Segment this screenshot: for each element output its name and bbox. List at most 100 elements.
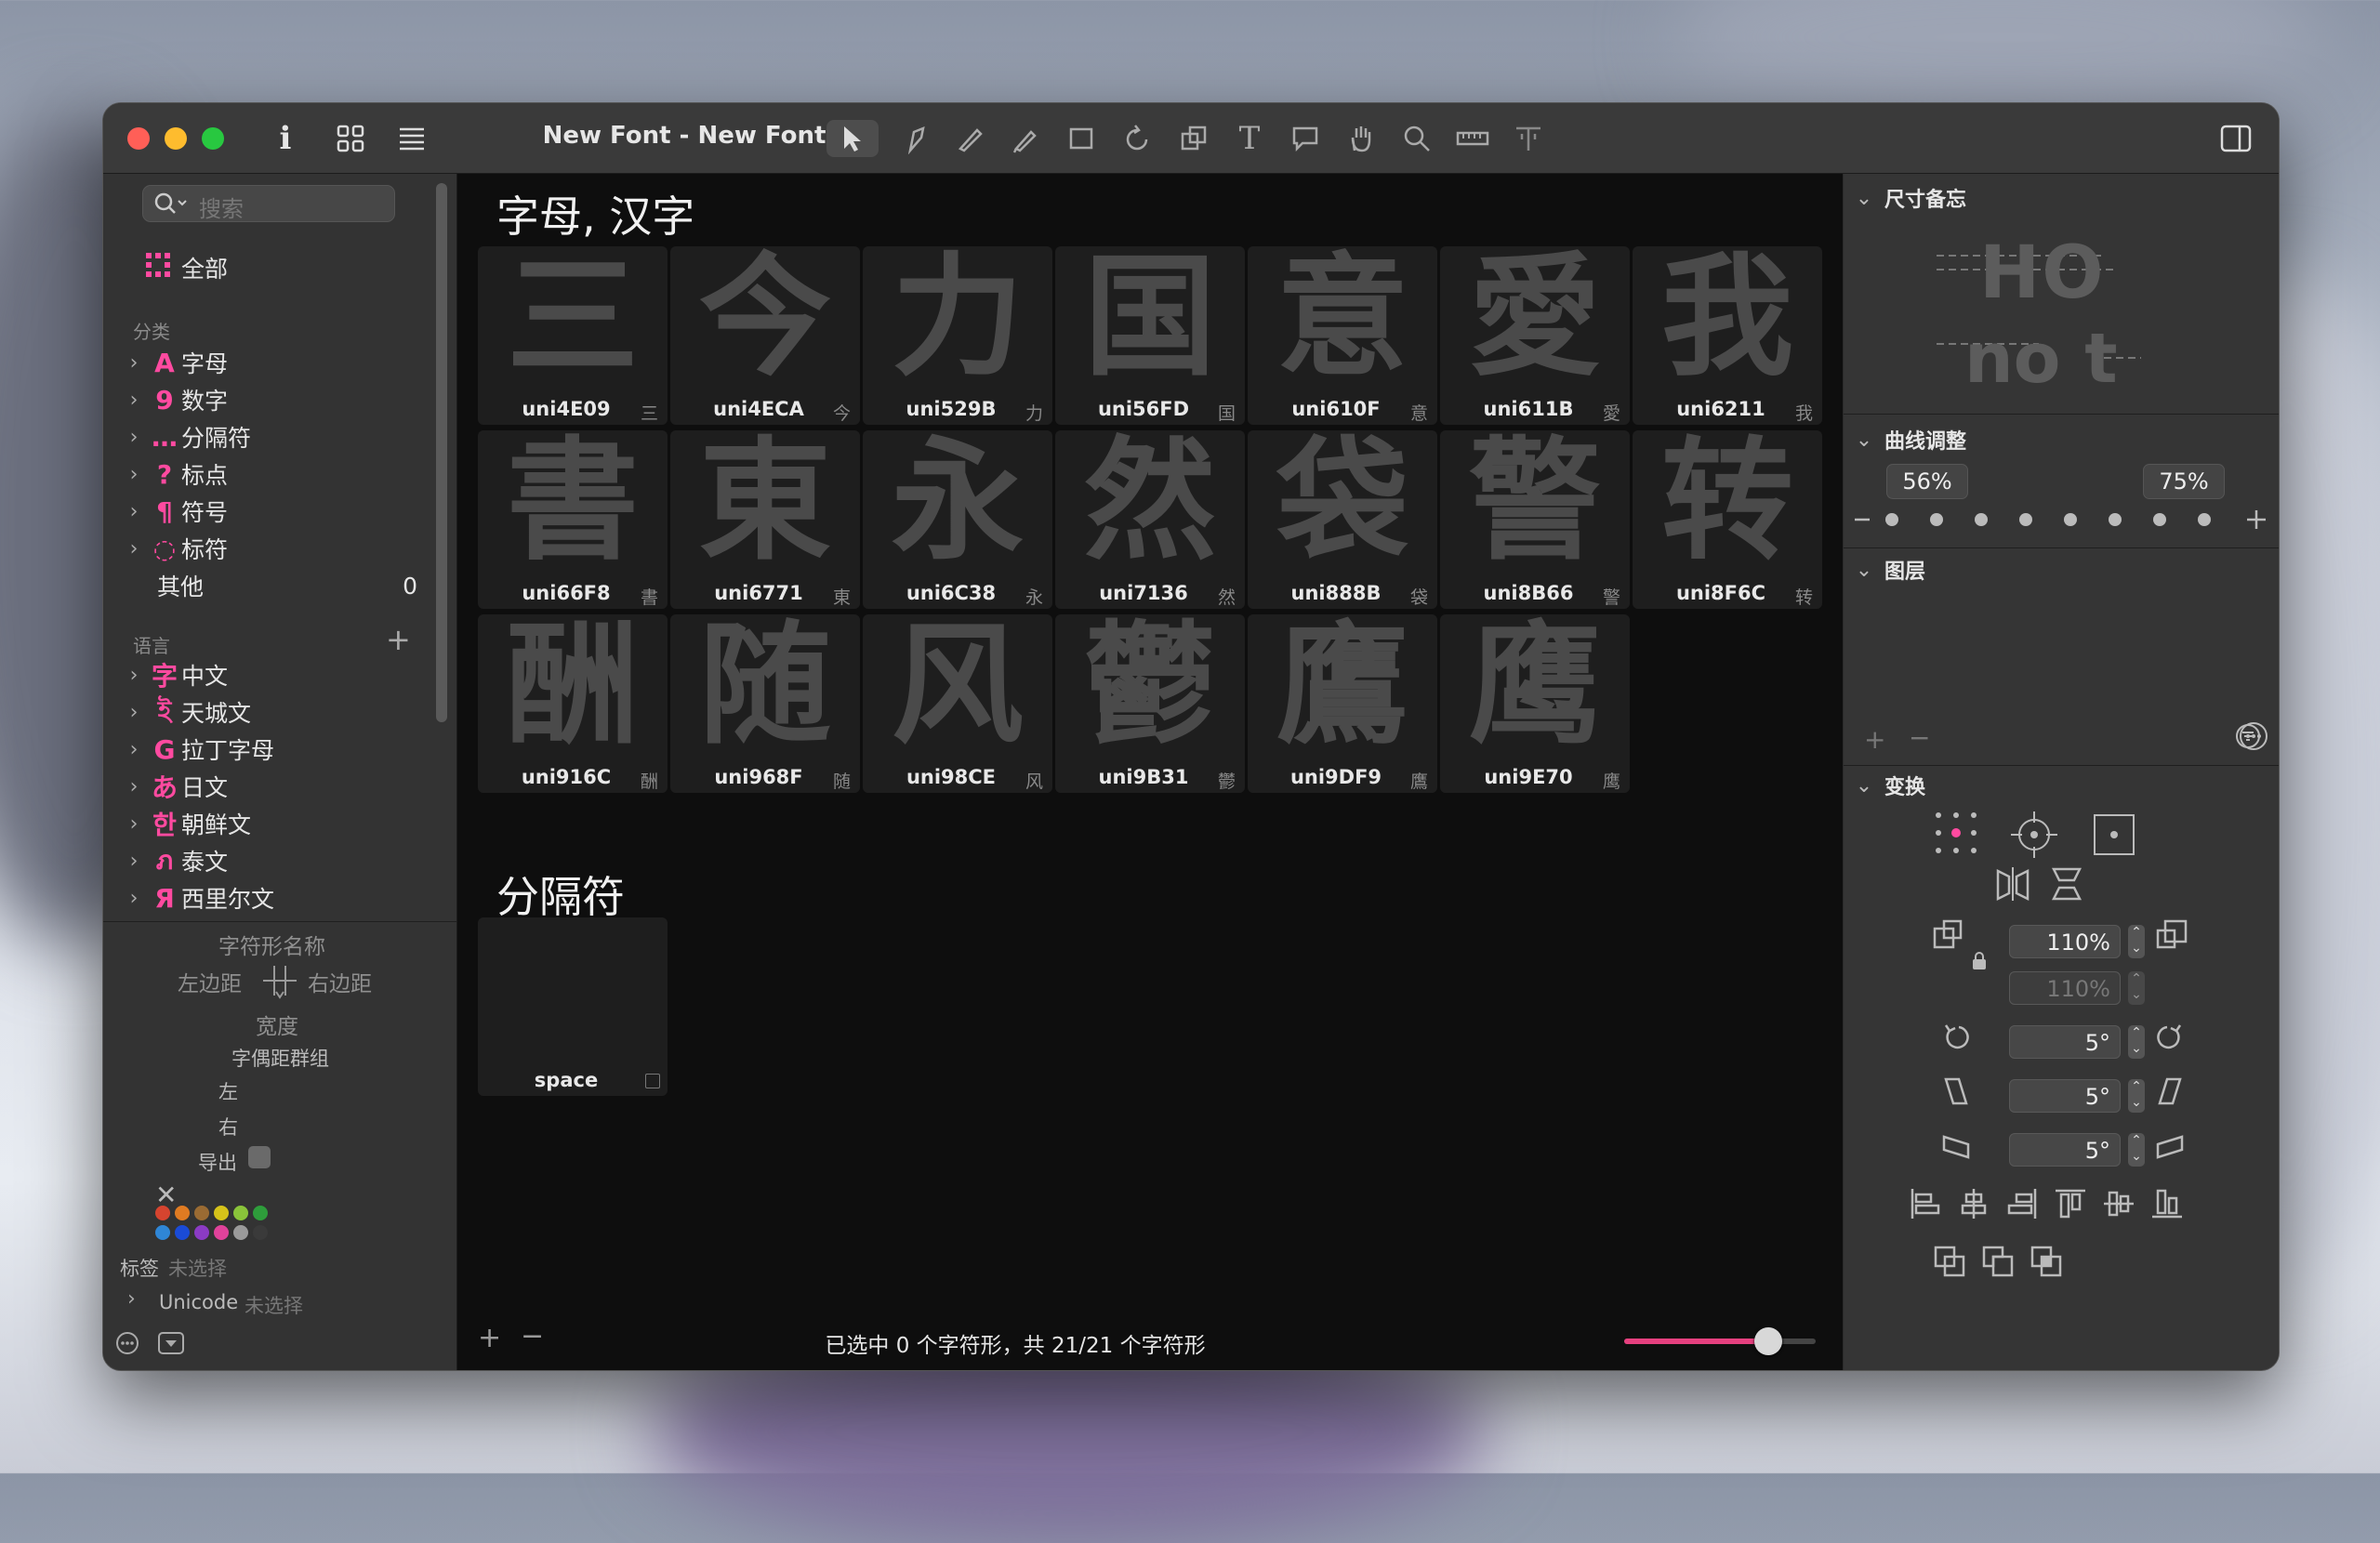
sidebar-item-separators[interactable]: ›… 分隔符 — [120, 419, 251, 455]
metrics-tool-icon[interactable] — [1505, 120, 1552, 157]
glyph-cell[interactable]: 永 uni6C38 永 — [863, 430, 1052, 609]
chevron-down-icon[interactable]: ⌄ — [1844, 187, 1884, 210]
chevron-right-icon[interactable]: › — [120, 701, 148, 724]
curve-slider[interactable] — [1853, 503, 2269, 536]
export-checkbox[interactable] — [248, 1146, 271, 1168]
color-label-swatch[interactable] — [214, 1206, 229, 1220]
scale-y-stepper[interactable]: ⌃ ⌄ — [2128, 971, 2145, 1005]
chevron-right-icon[interactable]: › — [120, 426, 148, 449]
text-tool-icon[interactable]: T — [1226, 120, 1273, 157]
add-layer-button[interactable]: + — [1864, 724, 1885, 755]
pen-tool-icon[interactable] — [947, 120, 994, 157]
slant-left-icon[interactable] — [1940, 1075, 1972, 1111]
rotate-input[interactable]: 5° — [2009, 1025, 2121, 1059]
minimize-window-button[interactable] — [165, 127, 187, 150]
layers-header[interactable]: ⌄ 图层 — [1844, 553, 2279, 587]
sidebar-item-thai[interactable]: › ภ 泰文 — [120, 843, 228, 878]
glyph-cell[interactable]: 袋 uni888B 袋 — [1248, 430, 1437, 609]
color-label-swatch[interactable] — [175, 1206, 190, 1220]
color-label-swatch[interactable] — [155, 1225, 170, 1240]
list-view-icon[interactable] — [393, 120, 430, 157]
search-field[interactable]: 搜索 — [142, 185, 395, 222]
sidebar-item-other[interactable]: 其他 0 — [157, 568, 417, 603]
subtract-icon[interactable] — [1981, 1245, 2015, 1282]
align-right-icon[interactable] — [2005, 1187, 2039, 1224]
color-label-swatch[interactable] — [253, 1206, 268, 1220]
align-bottom-icon[interactable] — [2150, 1187, 2184, 1224]
add-language-button[interactable]: + — [386, 622, 411, 657]
slant-right-icon[interactable] — [2154, 1075, 2186, 1111]
proportional-lock-icon[interactable] — [1970, 951, 1989, 975]
glyph-cell[interactable]: 鷹 uni9DF9 鷹 — [1248, 614, 1437, 793]
chevron-right-icon[interactable]: › — [120, 500, 148, 523]
intersect-icon[interactable] — [2030, 1245, 2063, 1282]
align-center-horizontal-icon[interactable] — [1957, 1187, 1990, 1224]
sidebar-item-all[interactable]: 全部 — [144, 250, 228, 285]
pencil-tool-icon[interactable] — [1003, 120, 1050, 157]
sidebearing-link-icon[interactable] — [261, 962, 298, 1003]
chevron-right-icon[interactable]: › — [120, 850, 148, 873]
sidebar-item-latin[interactable]: › G 拉丁字母 — [120, 732, 274, 767]
sidebar-item-marks[interactable]: › ◌ 标符 — [120, 531, 228, 566]
scale-x-input[interactable]: 110% — [2009, 925, 2121, 958]
sidebar-item-devanagari[interactable]: › ই 天城文 — [120, 694, 251, 730]
glyph-cell[interactable]: 转 uni8F6C 转 — [1633, 430, 1822, 609]
info-icon[interactable]: i — [267, 120, 304, 157]
transform-origin-metrics-icon[interactable] — [2089, 810, 2139, 864]
align-top-icon[interactable] — [2054, 1187, 2087, 1224]
skew-stepper[interactable]: ⌃ ⌄ — [2128, 1133, 2145, 1167]
chevron-right-icon[interactable]: › — [120, 887, 148, 910]
sidebar-item-chinese[interactable]: › 字中文 — [120, 657, 228, 692]
chevron-down-icon[interactable]: ⌄ — [1844, 429, 1884, 452]
chevron-right-icon[interactable]: › — [120, 664, 148, 687]
glyph-cell[interactable]: 鹰 uni9E70 鹰 — [1440, 614, 1630, 793]
transform-origin-selection-icon[interactable] — [1933, 810, 1979, 860]
color-label-swatch[interactable] — [175, 1225, 190, 1240]
rectangle-tool-icon[interactable] — [1059, 120, 1105, 157]
chevron-right-icon[interactable]: › — [120, 775, 148, 798]
chevron-right-icon[interactable]: › — [120, 389, 148, 412]
hand-tool-icon[interactable] — [1338, 120, 1384, 157]
chevron-right-icon[interactable]: › — [120, 812, 148, 836]
glyph-cell[interactable]: 然 uni7136 然 — [1055, 430, 1245, 609]
scale-tool-icon[interactable] — [1170, 120, 1217, 157]
color-label-swatch[interactable] — [233, 1206, 248, 1220]
glyph-cell[interactable]: 意 uni610F 意 — [1248, 246, 1437, 425]
sidebar-item-japanese[interactable]: › あ日文 — [120, 769, 228, 804]
union-icon[interactable] — [1933, 1245, 1966, 1282]
skew-input[interactable]: 5° — [2009, 1133, 2121, 1167]
sidebar-item-symbols[interactable]: › ¶ 符号 — [120, 494, 228, 529]
curve-right-value[interactable]: 75% — [2143, 464, 2225, 499]
measure-tool-icon[interactable] — [1449, 120, 1496, 157]
zoom-slider-knob[interactable] — [1753, 1327, 1782, 1355]
draw-tool-icon[interactable] — [893, 120, 940, 157]
transform-header[interactable]: ⌄ 变换 — [1844, 769, 2279, 802]
align-left-icon[interactable] — [1909, 1187, 1942, 1224]
curve-left-value[interactable]: 56% — [1886, 464, 1968, 499]
glyph-cell[interactable]: 愛 uni611B 愛 — [1440, 246, 1630, 425]
annotation-tool-icon[interactable] — [1282, 120, 1329, 157]
chevron-right-icon[interactable]: › — [120, 537, 148, 560]
color-label-swatch[interactable] — [155, 1206, 170, 1220]
remove-glyph-button[interactable]: − — [521, 1320, 544, 1352]
sidebar-item-letters[interactable]: › A 字母 — [120, 345, 228, 380]
color-label-swatch[interactable] — [253, 1225, 268, 1240]
scale-x-stepper[interactable]: ⌃ ⌄ — [2128, 925, 2145, 958]
flip-vertical-icon[interactable] — [2048, 865, 2085, 906]
chevron-right-icon[interactable]: › — [120, 738, 148, 761]
glyph-cell[interactable]: 今 uni4ECA 今 — [670, 246, 860, 425]
dimensions-header[interactable]: ⌄ 尺寸备忘 — [1844, 181, 2279, 215]
glyph-cell[interactable]: 書 uni66F8 書 — [478, 430, 668, 609]
color-label-swatch[interactable] — [194, 1225, 209, 1240]
glyph-cell[interactable]: 酬 uni916C 酬 — [478, 614, 668, 793]
glyph-cell[interactable]: 风 uni98CE 风 — [863, 614, 1052, 793]
grid-view-icon[interactable] — [332, 120, 369, 157]
sidebar-item-punctuation[interactable]: ›? 标点 — [120, 456, 228, 492]
glyph-cell-space[interactable]: space — [478, 917, 668, 1096]
zoom-slider[interactable] — [1624, 1327, 1816, 1355]
glyph-cell[interactable]: 警 uni8B66 警 — [1440, 430, 1630, 609]
sidebar-item-korean[interactable]: › 한 朝鲜文 — [120, 806, 251, 841]
chevron-right-icon[interactable]: › — [120, 351, 148, 375]
glyph-cell[interactable]: 国 uni56FD 国 — [1055, 246, 1245, 425]
more-options-icon[interactable] — [114, 1330, 140, 1360]
